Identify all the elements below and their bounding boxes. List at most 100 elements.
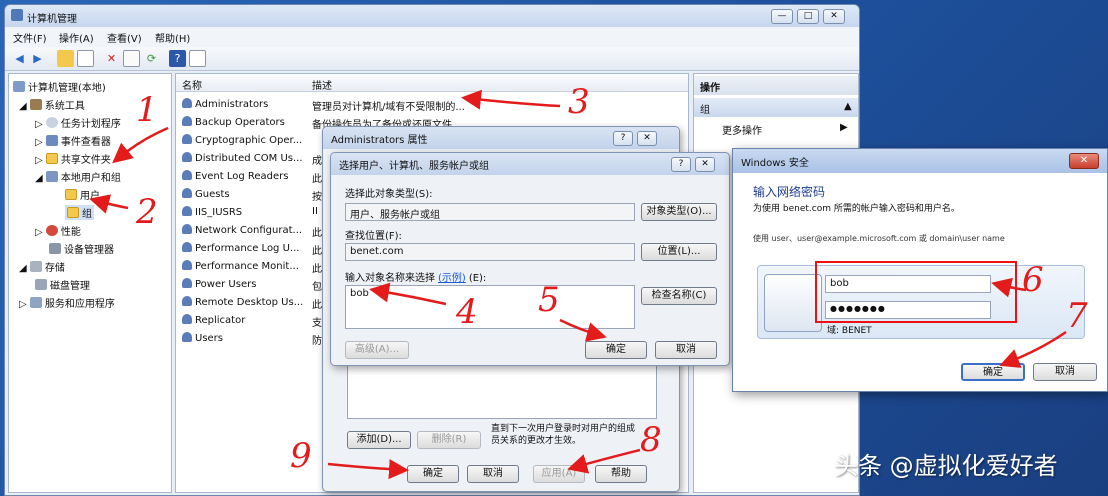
- console-tree: 计算机管理(本地) ◢ 系统工具 ▷ 任务计划程序 ▷ 事件查看器 ▷ 共享文件…: [8, 73, 172, 493]
- tree-item-local-users-groups[interactable]: ◢ 本地用户和组: [35, 169, 121, 184]
- tree-item-shared-folders[interactable]: ▷ 共享文件夹: [35, 151, 111, 166]
- actions-section-label: 组: [700, 105, 710, 116]
- clock-icon: [45, 117, 58, 128]
- row-desc: 包: [312, 282, 322, 293]
- maximize-button[interactable]: □: [797, 9, 819, 24]
- folder-icon: [65, 189, 77, 200]
- highlight-box: [815, 261, 1017, 323]
- row-name: Administrators: [195, 99, 269, 110]
- locations-button[interactable]: 位置(L)...: [641, 243, 717, 261]
- remove-button[interactable]: 删除(R): [417, 431, 481, 449]
- tree-label: 服务和应用程序: [44, 299, 115, 310]
- row-name: Cryptographic Oper...: [195, 135, 303, 146]
- up-folder-icon[interactable]: [57, 50, 74, 67]
- close-icon[interactable]: ✕: [1069, 153, 1099, 169]
- tree-item-device-manager[interactable]: 设备管理器: [49, 241, 114, 256]
- tree-item-storage[interactable]: ◢ 存储: [19, 259, 65, 274]
- menu-action[interactable]: 操作(A): [59, 30, 94, 45]
- dialog-close-button[interactable]: ✕: [637, 131, 657, 146]
- minimize-button[interactable]: —: [771, 9, 793, 24]
- tree-item-groups[interactable]: 组: [65, 205, 94, 220]
- tree-item-system-tools[interactable]: ◢ 系统工具: [19, 97, 85, 112]
- group-icon: [182, 296, 192, 306]
- dialog-close-button[interactable]: ✕: [695, 157, 715, 172]
- apply-button[interactable]: 应用(A): [533, 465, 585, 483]
- row-name: Performance Log U...: [195, 243, 300, 254]
- table-row[interactable]: Performance Monit... 此: [182, 260, 322, 275]
- tree-item-performance[interactable]: ▷ 性能: [35, 223, 81, 238]
- members-list[interactable]: [347, 363, 657, 419]
- table-row[interactable]: Users 防: [182, 332, 322, 347]
- examples-link[interactable]: (示例): [438, 273, 466, 284]
- annotation-4: 4: [456, 292, 478, 332]
- properties-icon[interactable]: [123, 50, 140, 67]
- object-types-button[interactable]: 对象类型(O)...: [641, 203, 717, 221]
- dialog-help-button[interactable]: ?: [613, 131, 633, 146]
- object-names-label: 输入对象名称来选择 (示例) (E):: [345, 269, 486, 284]
- table-row[interactable]: Cryptographic Oper...: [182, 134, 302, 146]
- group-icon: [182, 152, 192, 162]
- menu-help[interactable]: 帮助(H): [155, 30, 190, 45]
- tree-item-services-apps[interactable]: ▷ 服务和应用程序: [19, 295, 115, 310]
- table-row[interactable]: Event Log Readers 此: [182, 170, 322, 185]
- table-row[interactable]: Replicator 支: [182, 314, 322, 329]
- forward-arrow-icon[interactable]: ▶: [29, 50, 46, 67]
- table-row[interactable]: Power Users 包: [182, 278, 322, 293]
- help-button[interactable]: 帮助: [595, 465, 647, 483]
- actions-section-groups[interactable]: 组 ▲: [694, 98, 858, 117]
- close-button[interactable]: ✕: [823, 9, 845, 24]
- refresh-icon[interactable]: ⟳: [143, 50, 160, 67]
- table-row[interactable]: Performance Log U... 此: [182, 242, 322, 257]
- row-desc: 按: [312, 192, 322, 203]
- show-hide-pane-icon[interactable]: [189, 50, 206, 67]
- cancel-button[interactable]: 取消: [655, 341, 717, 359]
- chevron-right-icon: ▶: [840, 122, 848, 133]
- tree-root[interactable]: 计算机管理(本地): [13, 79, 106, 94]
- delete-icon[interactable]: ✕: [103, 50, 120, 67]
- ok-button[interactable]: 确定: [407, 465, 459, 483]
- ok-button[interactable]: 确定: [585, 341, 647, 359]
- location-label: 查找位置(F):: [345, 231, 402, 242]
- object-names-input[interactable]: bob: [345, 285, 635, 329]
- table-row[interactable]: Backup Operators备份操作员为了备份或还原文件...: [182, 116, 462, 131]
- help-icon[interactable]: ?: [169, 50, 186, 67]
- tree-label: 设备管理器: [64, 245, 114, 256]
- column-header-description[interactable]: 描述: [312, 77, 332, 92]
- more-actions-item[interactable]: 更多操作 ▶: [722, 122, 852, 137]
- group-icon: [182, 314, 192, 324]
- cancel-button[interactable]: 取消: [467, 465, 519, 483]
- table-row[interactable]: Distributed COM Us... 成: [182, 152, 322, 167]
- event-viewer-icon: [45, 135, 58, 146]
- tree-item-task-scheduler[interactable]: ▷ 任务计划程序: [35, 115, 121, 130]
- back-arrow-icon[interactable]: ◀: [11, 50, 28, 67]
- tree-label: 用户: [80, 191, 100, 202]
- tree-item-event-viewer[interactable]: ▷ 事件查看器: [35, 133, 111, 148]
- advanced-button[interactable]: 高级(A)...: [345, 341, 409, 359]
- table-row[interactable]: Network Configurat... 此: [182, 224, 322, 239]
- table-row[interactable]: Remote Desktop Us... 此: [182, 296, 322, 311]
- row-name: Performance Monit...: [195, 261, 299, 272]
- names-label-suffix: (E):: [468, 273, 487, 284]
- windows-security-dialog: Windows 安全 ✕ 输入网络密码 为使用 benet.com 所需的帐户输…: [732, 148, 1108, 392]
- menu-file[interactable]: 文件(F): [13, 30, 47, 45]
- add-button[interactable]: 添加(D)...: [347, 431, 411, 449]
- dialog-help-button[interactable]: ?: [671, 157, 691, 172]
- ok-button[interactable]: 确定: [961, 363, 1025, 381]
- check-names-button[interactable]: 检查名称(C): [641, 287, 717, 305]
- title-bar[interactable]: 计算机管理 — □ ✕: [5, 5, 859, 27]
- tree-item-users[interactable]: 用户: [65, 187, 100, 202]
- annotation-3: 3: [568, 82, 590, 122]
- table-row[interactable]: IIS_IUSRS II: [182, 206, 318, 218]
- table-row[interactable]: Administrators 管理员对计算机/域有不受限制的...: [182, 98, 682, 113]
- column-header-name[interactable]: 名称: [182, 77, 202, 92]
- row-name: Replicator: [195, 315, 246, 326]
- group-icon: [182, 206, 192, 216]
- cancel-button[interactable]: 取消: [1033, 363, 1097, 381]
- menu-view[interactable]: 查看(V): [107, 30, 142, 45]
- table-row[interactable]: Guests 按: [182, 188, 322, 203]
- row-desc: 此: [312, 264, 322, 275]
- tree-item-disk-management[interactable]: 磁盘管理: [35, 277, 90, 292]
- console-tree-icon[interactable]: [77, 50, 94, 67]
- membership-note: 直到下一次用户登录时对用户的组成员关系的更改才生效。: [491, 424, 636, 446]
- row-name: Power Users: [195, 279, 257, 290]
